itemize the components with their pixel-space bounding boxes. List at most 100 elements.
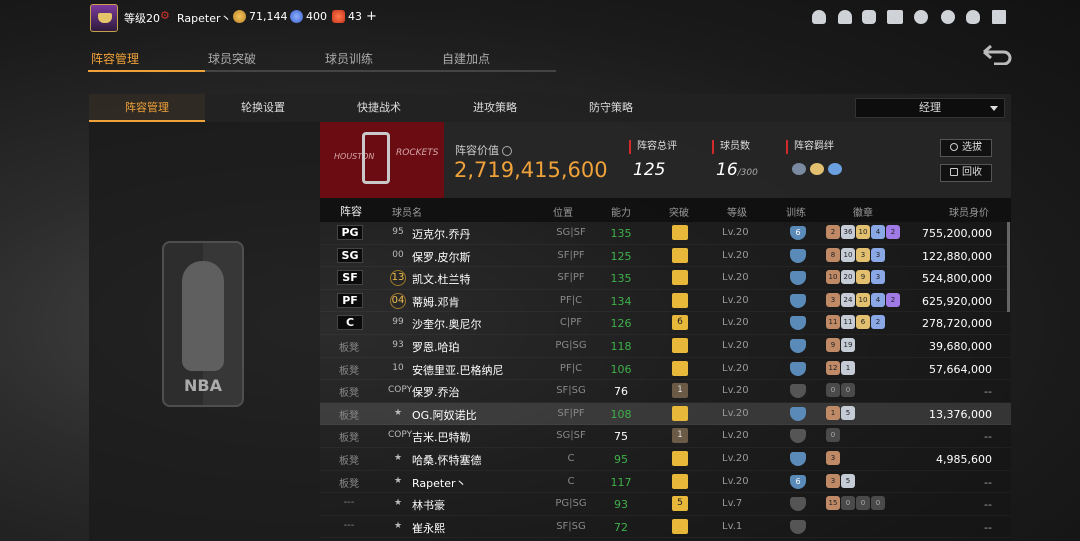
video-icon[interactable] (887, 10, 903, 24)
tab-player-training[interactable]: 球员训练 (322, 46, 439, 72)
bond-icon[interactable] (828, 163, 842, 175)
player-name[interactable]: 迈克尔.乔丹 (412, 226, 471, 242)
subtab-rotation[interactable]: 轮换设置 (205, 94, 321, 122)
table-row[interactable]: 板凳 10 安德里亚.巴格纳尼 PF|C 106 Lv.20 12 1 57,664,000 (320, 358, 1011, 381)
subtab-offense[interactable]: 进攻策略 (437, 94, 553, 122)
bond-icon[interactable] (792, 163, 806, 175)
bond-icon[interactable] (810, 163, 824, 175)
table-row[interactable]: 板凳 COPY 吉米.巴特勒 SG|SF 75 1 Lv.20 0 -- (320, 425, 1011, 448)
player-name[interactable]: OG.阿奴诺比 (412, 407, 477, 423)
breakthrough-icon[interactable] (672, 292, 688, 308)
badge-icon[interactable]: 0 (826, 428, 840, 443)
notification-icon[interactable] (838, 10, 852, 24)
badge-icon[interactable]: 3 (826, 473, 840, 488)
badge-icon[interactable]: 0 (826, 383, 840, 398)
info-icon[interactable] (502, 146, 512, 156)
table-row[interactable]: C 99 沙奎尔.奥尼尔 C|PF 126 6 Lv.20 11 11 6 2 278,720,000 (320, 312, 1011, 335)
breakthrough-icon[interactable] (672, 247, 688, 263)
training-icon[interactable] (790, 316, 806, 331)
player-name[interactable]: 林书豪 (412, 497, 445, 513)
subtab-quick-tactics[interactable]: 快捷战术 (321, 94, 437, 122)
training-icon[interactable] (790, 293, 806, 308)
tab-lineup-management[interactable]: 阵容管理 (88, 46, 205, 72)
breakthrough-icon[interactable]: 1 (672, 428, 688, 444)
player-name[interactable]: 蒂姆.邓肯 (412, 294, 460, 310)
badge-icon[interactable]: 0 (841, 383, 855, 398)
table-row[interactable]: SG 00 保罗.皮尔斯 SF|PF 125 Lv.20 8 10 3 3 122,880,000 (320, 245, 1011, 268)
training-icon[interactable] (790, 406, 806, 421)
table-row[interactable]: 板凳 ★ 哈桑.怀特塞德 C 95 Lv.20 3 4,985,600 (320, 448, 1011, 471)
gear-icon[interactable] (941, 10, 955, 24)
badge-icon[interactable]: 3 (856, 247, 870, 262)
avatar[interactable] (90, 4, 118, 32)
tab-custom-points[interactable]: 自建加点 (439, 46, 556, 72)
breakthrough-icon[interactable] (672, 518, 688, 534)
training-icon[interactable] (790, 429, 806, 444)
breakthrough-icon[interactable] (672, 270, 688, 286)
table-row[interactable]: PG 95 迈克尔.乔丹 SG|SF 135 Lv.20 6 2 36 10 4 2 755,200,0… (320, 222, 1011, 245)
table-row[interactable]: 板凳 ★ Rapeter丶 C 117 Lv.20 6 3 5 -- (320, 471, 1011, 494)
badge-icon[interactable]: 11 (826, 315, 840, 330)
settings-icon[interactable] (914, 10, 928, 24)
player-name[interactable]: 凯文.杜兰特 (412, 271, 471, 287)
badge-icon[interactable]: 6 (856, 315, 870, 330)
player-name[interactable]: 安德里亚.巴格纳尼 (412, 362, 504, 378)
scrollbar[interactable] (1007, 222, 1010, 312)
tab-player-breakthrough[interactable]: 球员突破 (205, 46, 322, 72)
table-row[interactable]: 板凳 93 罗恩.哈珀 PG|SG 118 Lv.20 9 19 39,680,000 (320, 335, 1011, 358)
training-icon[interactable]: 6 (790, 474, 806, 489)
badge-icon[interactable]: 10 (826, 270, 840, 285)
badge-icon[interactable]: 2 (826, 225, 840, 239)
player-name[interactable]: 罗恩.哈珀 (412, 339, 460, 355)
badge-icon[interactable]: 10 (856, 292, 870, 307)
training-icon[interactable] (790, 384, 806, 399)
badge-icon[interactable]: 1 (841, 360, 855, 375)
badge-icon[interactable]: 19 (841, 338, 855, 352)
breakthrough-icon[interactable] (672, 338, 688, 353)
table-row[interactable]: --- ★ 崔永熙 SF|SG 72 Lv.1 -- (320, 516, 1011, 539)
training-icon[interactable] (790, 339, 806, 353)
player-name[interactable]: 保罗.皮尔斯 (412, 249, 471, 265)
friends-icon[interactable] (862, 10, 876, 24)
player-name[interactable]: 沙奎尔.奥尼尔 (412, 316, 482, 332)
breakthrough-icon[interactable]: 6 (672, 315, 688, 331)
table-row[interactable]: --- ★ 林书豪 PG|SG 93 5 Lv.7 15 0 0 0 -- (320, 493, 1011, 516)
breakthrough-icon[interactable] (672, 360, 688, 376)
badge-icon[interactable]: 10 (841, 247, 855, 262)
badge-icon[interactable]: 5 (841, 473, 855, 488)
badge-icon[interactable]: 20 (841, 270, 855, 285)
badge-icon[interactable]: 9 (856, 270, 870, 285)
badge-icon[interactable]: 8 (826, 247, 840, 262)
badge-icon[interactable]: 24 (841, 292, 855, 307)
badge-icon[interactable]: 12 (826, 360, 840, 375)
badge-icon[interactable]: 36 (841, 225, 855, 239)
player-name[interactable]: 吉米.巴特勒 (412, 429, 471, 445)
badge-icon[interactable]: 1 (826, 405, 840, 420)
breakthrough-icon[interactable] (672, 225, 688, 240)
badge-icon[interactable]: 10 (856, 225, 870, 239)
table-row[interactable]: SF 13 凯文.杜兰特 SF|PF 135 Lv.20 10 20 9 3 524,800,000 (320, 267, 1011, 290)
breakthrough-icon[interactable]: 1 (672, 383, 688, 399)
badge-icon[interactable]: 3 (826, 292, 840, 307)
training-icon[interactable] (790, 497, 806, 512)
subtab-lineup[interactable]: 阵容管理 (89, 94, 205, 122)
breakthrough-icon[interactable]: 5 (672, 496, 688, 512)
badge-icon[interactable]: 15 (826, 496, 840, 511)
select-button[interactable]: 选拔 (940, 139, 992, 157)
badge-icon[interactable]: 11 (841, 315, 855, 330)
exit-icon[interactable] (992, 10, 1006, 24)
back-arrow-icon[interactable] (982, 45, 1012, 65)
training-icon[interactable] (790, 361, 806, 376)
recycle-button[interactable]: 回收 (940, 164, 992, 182)
add-currency-button[interactable]: + (366, 9, 377, 24)
player-name[interactable]: 崔永熙 (412, 520, 445, 536)
player-name[interactable]: Rapeter丶 (412, 475, 467, 491)
badge-icon[interactable]: 3 (826, 451, 840, 465)
player-name[interactable]: 保罗.乔治 (412, 384, 460, 400)
training-icon[interactable] (790, 248, 806, 263)
breakthrough-icon[interactable] (672, 473, 688, 489)
table-row[interactable]: 板凳 COPY 保罗.乔治 SF|SG 76 1 Lv.20 0 0 -- (320, 380, 1011, 403)
profile-icon[interactable] (812, 10, 826, 24)
training-icon[interactable] (790, 452, 806, 466)
table-row[interactable]: 板凳 ★ OG.阿奴诺比 SF|PF 108 Lv.20 1 5 13,376,000 (320, 402, 1011, 426)
